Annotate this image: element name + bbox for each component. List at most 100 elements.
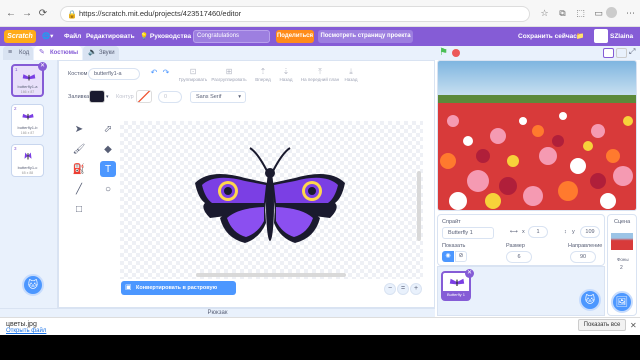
fill-tool-icon[interactable]: ⛽ bbox=[71, 161, 87, 177]
font-select[interactable]: Sans Serif ▾ bbox=[190, 91, 246, 103]
butterfly-thumbnail bbox=[22, 74, 36, 81]
brush-tool-icon[interactable]: 🖌 bbox=[71, 141, 87, 157]
hide-eye-icon[interactable]: ⊘ bbox=[455, 251, 467, 262]
tab-sounds[interactable]: 🔈 Звуки bbox=[83, 46, 119, 60]
large-stage-icon[interactable] bbox=[616, 48, 627, 58]
menu-edit[interactable]: Редактировать bbox=[86, 27, 135, 46]
refresh-icon[interactable]: ⟳ bbox=[36, 6, 50, 20]
costume-item-2[interactable]: 2 butterfly1-b 166 x 87 bbox=[11, 104, 44, 137]
backpack-bar[interactable]: Рюкзак bbox=[0, 308, 435, 317]
x-arrows-icon: ⟷ bbox=[510, 229, 518, 235]
star-icon[interactable]: ☆ bbox=[538, 7, 551, 20]
sprite-tile[interactable]: Butterfly 1 ✕ bbox=[441, 269, 474, 301]
text-tool-icon[interactable]: T bbox=[100, 161, 116, 177]
small-stage-icon[interactable] bbox=[603, 48, 614, 58]
x-input[interactable]: 1 bbox=[528, 226, 548, 238]
undo-button[interactable]: ↶ bbox=[148, 68, 160, 78]
redo-button[interactable]: ↷ bbox=[160, 68, 172, 78]
stop-icon[interactable] bbox=[452, 49, 460, 57]
close-icon[interactable]: ✕ bbox=[630, 321, 637, 330]
outline-label: Контур bbox=[116, 94, 134, 100]
butterfly-thumbnail bbox=[24, 152, 32, 160]
convert-to-bitmap-button[interactable]: ▣ Конвертировать в растровую графику bbox=[121, 281, 236, 305]
forward-layer-icon: ⇡ bbox=[259, 67, 267, 76]
paint-canvas[interactable] bbox=[120, 121, 423, 279]
front-button[interactable]: ⤒ На передний план bbox=[298, 67, 342, 82]
outline-width-input[interactable]: 0 bbox=[158, 91, 182, 103]
stage-label: Сцена bbox=[614, 219, 631, 225]
see-project-page-button[interactable]: Посмотреть страницу проекта bbox=[318, 30, 413, 43]
share-button[interactable]: Поделиться bbox=[276, 30, 314, 43]
back-button[interactable]: ⤓ Назад bbox=[342, 67, 360, 82]
delete-sprite-icon[interactable]: ✕ bbox=[465, 269, 474, 278]
y-input[interactable]: 109 bbox=[580, 226, 600, 238]
cat-icon: 🐱 bbox=[27, 279, 39, 291]
save-now-link[interactable]: Сохранить сейчас bbox=[518, 27, 577, 46]
back-icon[interactable]: ← bbox=[4, 6, 18, 20]
rectangle-tool-icon[interactable]: □ bbox=[71, 201, 87, 217]
choose-backdrop-button[interactable]: 🖼 bbox=[611, 291, 633, 313]
reshape-tool-icon[interactable]: ⬀ bbox=[100, 121, 116, 137]
sprite-list-area: Butterfly 1 ✕ 🐱 bbox=[437, 266, 605, 316]
menu-file[interactable]: Файл bbox=[64, 27, 81, 46]
scratch-logo[interactable]: Scratch bbox=[4, 30, 36, 43]
eraser-tool-icon[interactable]: ◆ bbox=[100, 141, 116, 157]
speaker-icon: 🔈 bbox=[88, 49, 97, 56]
costume-item-3[interactable]: 3 butterfly1-c 65 x 88 bbox=[11, 144, 44, 177]
user-avatar[interactable] bbox=[594, 29, 608, 43]
costume-name-input[interactable]: butterfly1-a bbox=[88, 68, 140, 80]
vertical-scrollbar[interactable] bbox=[417, 171, 421, 241]
direction-label: Направление bbox=[568, 243, 603, 249]
extensions-icon[interactable]: ⬚ bbox=[574, 7, 587, 20]
bitmap-icon: ▣ bbox=[125, 284, 132, 291]
fill-color-swatch[interactable] bbox=[89, 90, 105, 103]
tab-code[interactable]: ≡ Код bbox=[3, 46, 33, 60]
choose-costume-button[interactable]: 🐱 bbox=[22, 274, 44, 296]
username[interactable]: SZlaina bbox=[610, 27, 633, 46]
tutorials-label: Руководства bbox=[149, 33, 192, 40]
outline-color-swatch[interactable] bbox=[136, 90, 152, 103]
horizontal-scrollbar[interactable] bbox=[196, 273, 346, 277]
folder-icon[interactable]: 📁 bbox=[576, 27, 584, 46]
costume-item-1[interactable]: 1 butterfly1-a 166 x 87 ✕ bbox=[11, 62, 47, 97]
globe-icon[interactable]: 🌐▾ bbox=[42, 27, 53, 46]
backward-button[interactable]: ⇣ Назад bbox=[276, 67, 296, 82]
circle-tool-icon[interactable]: ○ bbox=[100, 181, 116, 197]
group-icon: ⊡ bbox=[189, 67, 197, 76]
direction-input[interactable]: 90 bbox=[570, 251, 596, 263]
fullscreen-icon[interactable]: ⤢ bbox=[629, 47, 635, 57]
ungroup-button[interactable]: ⊞ Разгруппировать bbox=[210, 67, 248, 82]
stage-canvas[interactable] bbox=[437, 60, 637, 211]
undo-icon: ↶ bbox=[150, 68, 158, 77]
tab-costumes[interactable]: ✎ Костюмы bbox=[34, 46, 82, 60]
sprite-name-input[interactable]: Butterfly 1 bbox=[442, 227, 494, 239]
show-all-button[interactable]: Показать все bbox=[578, 319, 626, 331]
forward-button[interactable]: ⇡ Вперед bbox=[252, 67, 274, 82]
tab-icon[interactable]: ▭ bbox=[592, 7, 605, 20]
line-tool-icon[interactable]: ╱ bbox=[71, 181, 87, 197]
size-input[interactable]: 6 bbox=[506, 251, 532, 263]
screen-bottom-bar bbox=[0, 335, 640, 360]
select-tool-icon[interactable]: ➤ bbox=[71, 121, 87, 137]
sprite-info-panel: Спрайт Butterfly 1 ⟷ x 1 ↕ y 109 Показат… bbox=[437, 214, 605, 266]
delete-costume-icon[interactable]: ✕ bbox=[38, 62, 47, 71]
zoom-in-button[interactable]: + bbox=[410, 283, 422, 295]
choose-sprite-button[interactable]: 🐱 bbox=[579, 289, 601, 311]
flower-field-backdrop bbox=[438, 61, 636, 210]
group-button[interactable]: ⊡ Группировать bbox=[176, 67, 210, 82]
collections-icon[interactable]: ⧉ bbox=[556, 7, 569, 20]
open-file-link[interactable]: Открыть файл bbox=[6, 328, 46, 334]
zoom-reset-button[interactable]: = bbox=[397, 283, 409, 295]
profile-avatar[interactable] bbox=[606, 7, 617, 18]
green-flag-icon[interactable]: ⚑ bbox=[439, 47, 448, 58]
zoom-out-button[interactable]: − bbox=[384, 283, 396, 295]
address-bar[interactable]: 🔒 https://scratch.mit.edu/projects/42351… bbox=[60, 6, 530, 22]
project-title-input[interactable]: Congratulations bbox=[193, 30, 270, 43]
forward-icon[interactable]: → bbox=[20, 6, 34, 20]
show-eye-icon[interactable]: ◉ bbox=[442, 251, 454, 262]
stage-selector[interactable]: Сцена Фоны 2 🖼 bbox=[607, 214, 637, 316]
fill-dropdown-icon[interactable]: ▾ bbox=[106, 94, 109, 100]
menu-dots-icon[interactable]: ⋯ bbox=[624, 7, 637, 20]
menu-tutorials[interactable]: 💡 Руководства bbox=[140, 27, 191, 46]
code-icon: ≡ bbox=[8, 49, 13, 56]
